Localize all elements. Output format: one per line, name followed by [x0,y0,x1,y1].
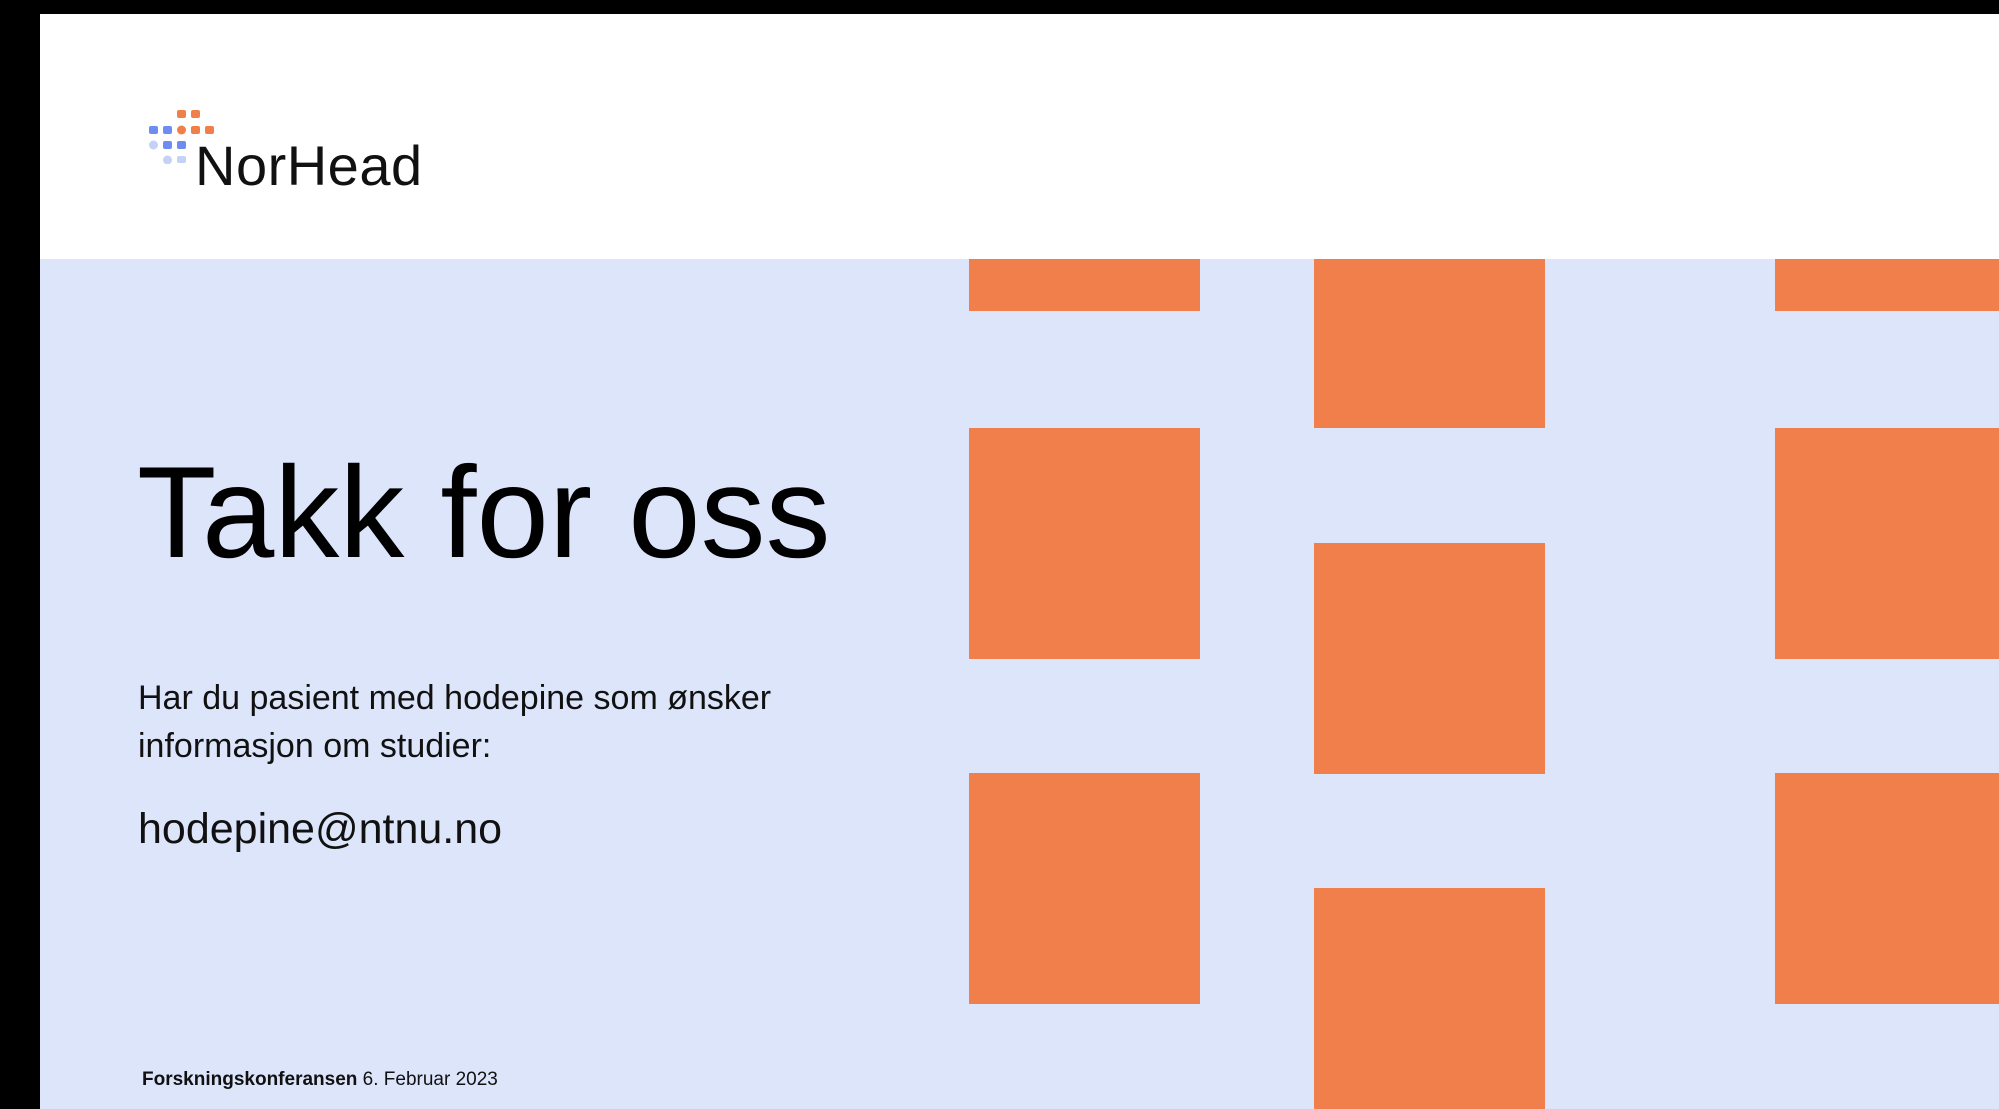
slide-title: Takk for oss [137,439,831,585]
pattern-square [1314,259,1545,428]
footer-date: 6. Februar 2023 [362,1069,498,1090]
pattern-square [969,259,1200,311]
logo-wordmark: NorHead [195,134,423,197]
slide-footer: Forskningskonferansen 6. Februar 2023 [142,1067,498,1093]
norhead-logo: NorHead [141,94,481,204]
slide-body-text: Har du pasient med hodepine som ønsker i… [138,679,772,765]
slide-header: NorHead [40,14,1999,259]
pattern-square [1775,259,1999,311]
pattern-square [1775,773,1999,1004]
slide: NorHead Takk for oss Har du pasient med … [40,14,1999,1109]
pattern-square [1775,428,1999,659]
contact-email: hodepine@ntnu.no [138,805,503,853]
slide-content: Takk for oss Har du pasient med hodepine… [40,259,1999,1109]
pattern-square [969,428,1200,659]
pattern-square [969,773,1200,1004]
pattern-square [1314,888,1545,1109]
footer-event: Forskningskonferansen [142,1069,358,1090]
pattern-square [1314,543,1545,774]
